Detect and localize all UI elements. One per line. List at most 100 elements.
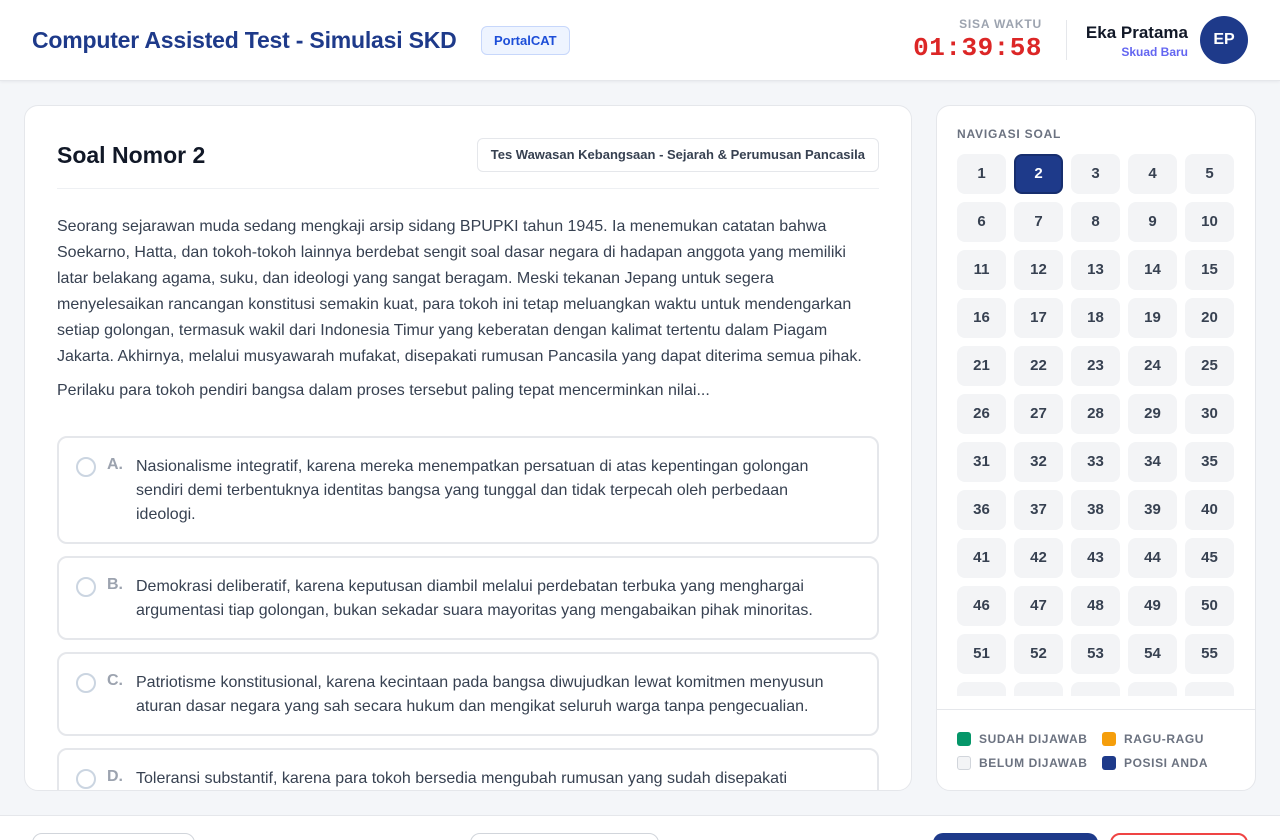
nav-question-button[interactable]: 58 xyxy=(1071,682,1120,696)
nav-question-button[interactable]: 10 xyxy=(1185,202,1234,242)
nav-question-button[interactable]: 33 xyxy=(1071,442,1120,482)
nav-question-button[interactable]: 35 xyxy=(1185,442,1234,482)
nav-question-button[interactable]: 16 xyxy=(957,298,1006,338)
nav-question-button[interactable]: 5 xyxy=(1185,154,1234,194)
nav-question-button[interactable]: 2 xyxy=(1014,154,1063,194)
nav-question-button[interactable]: 56 xyxy=(957,682,1006,696)
app-header: Computer Assisted Test - Simulasi SKD Po… xyxy=(0,0,1280,81)
nav-question-button[interactable]: 47 xyxy=(1014,586,1063,626)
answer-option-b[interactable]: B. Demokrasi deliberatif, karena keputus… xyxy=(57,556,879,640)
nav-question-button[interactable]: 21 xyxy=(957,346,1006,386)
nav-question-button[interactable]: 7 xyxy=(1014,202,1063,242)
doubtful-button[interactable] xyxy=(470,833,659,840)
nav-question-button[interactable]: 42 xyxy=(1014,538,1063,578)
nav-question-button[interactable]: 19 xyxy=(1128,298,1177,338)
nav-question-button[interactable]: 53 xyxy=(1071,634,1120,674)
previous-button[interactable] xyxy=(32,833,195,840)
nav-question-button[interactable]: 27 xyxy=(1014,394,1063,434)
nav-question-button[interactable]: 1 xyxy=(957,154,1006,194)
nav-question-button[interactable]: 37 xyxy=(1014,490,1063,530)
option-letter: A. xyxy=(107,456,123,473)
option-letter: D. xyxy=(107,768,123,785)
nav-question-button[interactable]: 38 xyxy=(1071,490,1120,530)
user-name: Eka Pratama xyxy=(1085,23,1188,42)
nav-question-button[interactable]: 30 xyxy=(1185,394,1234,434)
legend-swatch xyxy=(1102,732,1116,746)
nav-question-button[interactable]: 4 xyxy=(1128,154,1177,194)
timer-label: SISA WAKTU xyxy=(959,17,1042,31)
radio-icon[interactable] xyxy=(76,769,96,789)
option-letter: C. xyxy=(107,672,123,689)
nav-question-button[interactable]: 44 xyxy=(1128,538,1177,578)
answer-option-d[interactable]: D. Toleransi substantif, karena para tok… xyxy=(57,748,879,790)
nav-question-button[interactable]: 46 xyxy=(957,586,1006,626)
nav-question-button[interactable]: 13 xyxy=(1071,250,1120,290)
nav-question-button[interactable]: 8 xyxy=(1071,202,1120,242)
nav-question-button[interactable]: 22 xyxy=(1014,346,1063,386)
app-title: Computer Assisted Test - Simulasi SKD xyxy=(32,27,457,53)
legend-label: RAGU-RAGU xyxy=(1124,732,1205,746)
nav-question-button[interactable]: 11 xyxy=(957,250,1006,290)
nav-question-button[interactable]: 49 xyxy=(1128,586,1177,626)
timer-value: 01:39:58 xyxy=(913,33,1042,63)
question-navigation-panel: NAVIGASI SOAL 1 2 3 4 5 6 7 8 9 10 11 12 13 14 15 16 17 1… xyxy=(936,105,1256,791)
question-category: Tes Wawasan Kebangsaan - Sejarah & Perum… xyxy=(476,138,879,172)
avatar[interactable]: EP xyxy=(1200,16,1248,64)
option-text: Nasionalisme integratif, karena mereka m… xyxy=(136,458,809,523)
nav-question-button[interactable]: 55 xyxy=(1185,634,1234,674)
nav-question-button[interactable]: 20 xyxy=(1185,298,1234,338)
nav-question-button[interactable]: 29 xyxy=(1128,394,1177,434)
nav-question-button[interactable]: 32 xyxy=(1014,442,1063,482)
radio-icon[interactable] xyxy=(76,673,96,693)
nav-question-button[interactable]: 3 xyxy=(1071,154,1120,194)
nav-question-button[interactable]: 25 xyxy=(1185,346,1234,386)
nav-question-button[interactable]: 9 xyxy=(1128,202,1177,242)
nav-question-button[interactable]: 51 xyxy=(957,634,1006,674)
legend-swatch xyxy=(957,756,971,770)
nav-question-button[interactable]: 54 xyxy=(1128,634,1177,674)
answer-option-c[interactable]: C. Patriotisme konstitusional, karena ke… xyxy=(57,652,879,736)
nav-question-button[interactable]: 50 xyxy=(1185,586,1234,626)
nav-question-button[interactable]: 6 xyxy=(957,202,1006,242)
nav-question-button[interactable]: 24 xyxy=(1128,346,1177,386)
nav-question-button[interactable]: 36 xyxy=(957,490,1006,530)
nav-question-button[interactable]: 15 xyxy=(1185,250,1234,290)
nav-question-button[interactable]: 57 xyxy=(1014,682,1063,696)
nav-question-button[interactable]: 45 xyxy=(1185,538,1234,578)
radio-icon[interactable] xyxy=(76,457,96,477)
option-text: Demokrasi deliberatif, karena keputusan … xyxy=(136,578,813,619)
nav-question-button[interactable]: 17 xyxy=(1014,298,1063,338)
nav-question-button[interactable]: 31 xyxy=(957,442,1006,482)
question-paragraph: Seorang sejarawan muda sedang mengkaji a… xyxy=(57,218,862,365)
nav-grid-scroll[interactable]: 1 2 3 4 5 6 7 8 9 10 11 12 13 14 15 16 17 18 19 20 21 22 23 24 2… xyxy=(957,154,1239,696)
nav-question-button[interactable]: 34 xyxy=(1128,442,1177,482)
question-card: Soal Nomor 2 Tes Wawasan Kebangsaan - Se… xyxy=(24,105,912,791)
nav-question-button[interactable]: 43 xyxy=(1071,538,1120,578)
question-divider xyxy=(57,188,879,189)
radio-icon[interactable] xyxy=(76,577,96,597)
nav-question-button[interactable]: 39 xyxy=(1128,490,1177,530)
nav-question-button[interactable]: 60 xyxy=(1185,682,1234,696)
question-title: Soal Nomor 2 xyxy=(57,142,206,168)
legend-label: POSISI ANDA xyxy=(1124,756,1209,770)
nav-question-button[interactable]: 41 xyxy=(957,538,1006,578)
nav-question-button[interactable]: 40 xyxy=(1185,490,1234,530)
answer-option-a[interactable]: A. Nasionalisme integratif, karena merek… xyxy=(57,436,879,544)
portal-badge: PortalCAT xyxy=(481,26,570,55)
nav-question-button[interactable]: 12 xyxy=(1014,250,1063,290)
user-role: Skuad Baru xyxy=(1121,45,1188,59)
nav-question-button[interactable]: 14 xyxy=(1128,250,1177,290)
legend-swatch xyxy=(957,732,971,746)
legend-label: BELUM DIJAWAB xyxy=(979,756,1088,770)
legend-divider xyxy=(937,709,1255,710)
nav-question-button[interactable]: 59 xyxy=(1128,682,1177,696)
nav-question-button[interactable]: 48 xyxy=(1071,586,1120,626)
nav-question-button[interactable]: 52 xyxy=(1014,634,1063,674)
nav-question-button[interactable]: 18 xyxy=(1071,298,1120,338)
next-button[interactable] xyxy=(933,833,1098,840)
option-letter: B. xyxy=(107,576,123,593)
nav-question-button[interactable]: 26 xyxy=(957,394,1006,434)
finish-button[interactable] xyxy=(1110,833,1248,840)
nav-question-button[interactable]: 23 xyxy=(1071,346,1120,386)
nav-question-button[interactable]: 28 xyxy=(1071,394,1120,434)
